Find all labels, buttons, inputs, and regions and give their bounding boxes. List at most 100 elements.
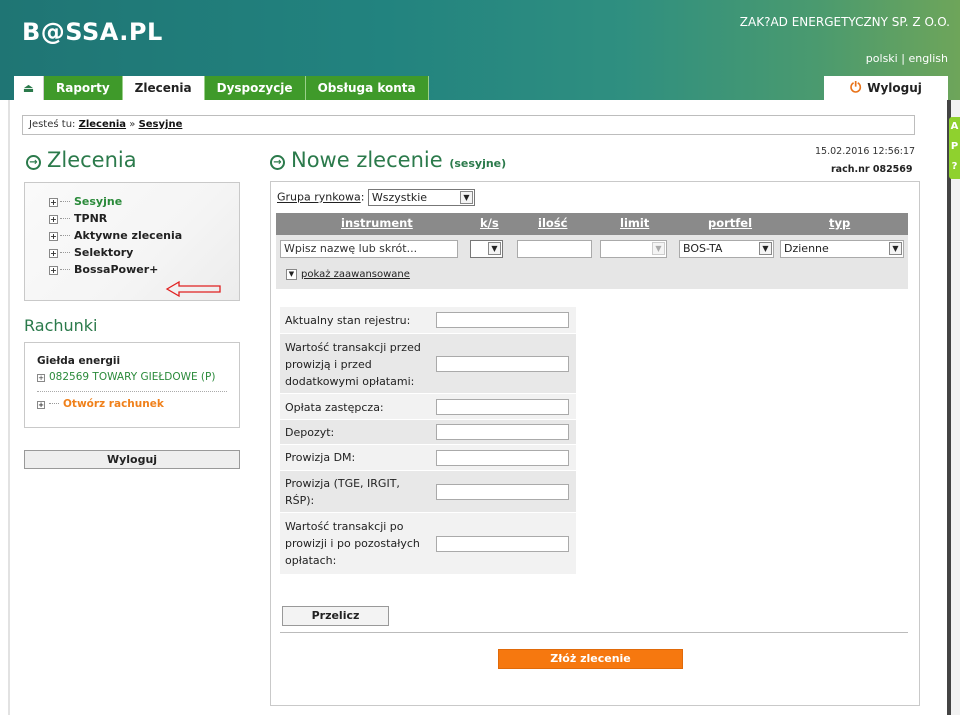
current-datetime: 15.02.2016 12:56:17 <box>815 146 916 157</box>
col-portfel[interactable]: portfel <box>708 216 752 230</box>
calc-row-prowizja-tge: Prowizja (TGE, IRGIT, RŚP): <box>280 470 576 512</box>
calc-field[interactable] <box>436 356 569 372</box>
accounts-title: Rachunki <box>24 316 98 335</box>
language-switcher: polski | english <box>866 52 948 65</box>
home-tab[interactable]: ⏏ <box>14 76 44 100</box>
circle-arrow-icon: → <box>26 155 41 170</box>
calc-row-depozyt: Depozyt: <box>280 419 576 444</box>
tab-dyspozycje[interactable]: Dyspozycje <box>204 76 306 100</box>
breadcrumb-sesyjne[interactable]: Sesyjne <box>139 119 183 130</box>
page-subtitle: (sesyjne) <box>449 157 507 170</box>
side-badges: A P ? <box>949 117 960 179</box>
menu-item-label: Aktywne zlecenia <box>74 229 183 242</box>
main-nav: ⏏ Raporty Zlecenia Dyspozycje Obsługa ko… <box>14 76 429 100</box>
calc-field[interactable] <box>436 424 569 440</box>
calc-row-oplata-zastepcza: Opłata zastępcza: <box>280 393 576 419</box>
accounts-group-label: Giełda energii <box>37 355 121 367</box>
side-badge-p[interactable]: P <box>949 137 960 157</box>
calc-field[interactable] <box>436 399 569 415</box>
calc-label: Opłata zastępcza: <box>285 401 384 414</box>
quantity-input[interactable] <box>517 240 592 258</box>
breadcrumb-zlecenia[interactable]: Zlecenia <box>79 119 126 130</box>
menu-item-label: BossaPower+ <box>74 263 159 276</box>
lang-polski-link[interactable]: polski <box>866 52 898 65</box>
logout-tab[interactable]: ⏻ Wyloguj <box>824 76 948 100</box>
lang-english-link[interactable]: english <box>908 52 948 65</box>
tab-raporty[interactable]: Raporty <box>44 76 123 100</box>
calc-label: Wartość transakcji przed prowizją i prze… <box>285 341 421 388</box>
tree-line <box>60 235 70 236</box>
tab-zlecenia[interactable]: Zlecenia <box>122 76 205 100</box>
col-kupno-sprzedaz[interactable]: k/s <box>480 216 499 230</box>
col-instrument[interactable]: instrument <box>341 216 413 230</box>
order-table-header: instrument k/s ilość limit portfel typ <box>276 213 908 235</box>
show-advanced-toggle[interactable]: ▼ pokaż zaawansowane <box>286 269 410 280</box>
menu-item-aktywne-zlecenia[interactable]: + Aktywne zlecenia <box>25 227 239 244</box>
menu-item-bossapower[interactable]: + BossaPower+ <box>25 261 239 278</box>
page-title-text: Nowe zlecenie <box>291 148 443 172</box>
circle-arrow-icon: → <box>270 155 285 170</box>
order-type-value: Dzienne <box>784 242 829 255</box>
calc-field[interactable] <box>436 312 569 328</box>
form-divider <box>280 632 908 633</box>
open-account-link[interactable]: + Otwórz rachunek <box>37 398 239 410</box>
instrument-input[interactable]: Wpisz nazwę lub skrót... <box>280 240 458 258</box>
chevron-down-icon: ▼ <box>889 242 902 255</box>
lang-separator: | <box>901 52 905 65</box>
side-badge-help[interactable]: ? <box>949 157 960 177</box>
col-typ[interactable]: typ <box>829 216 850 230</box>
page-title: → Nowe zlecenie (sesyjne) <box>270 148 506 172</box>
recalculate-button[interactable]: Przelicz <box>282 606 389 626</box>
breadcrumb-prefix: Jesteś tu: <box>29 119 76 130</box>
left-logout-button[interactable]: Wyloguj <box>24 450 240 469</box>
expand-icon: + <box>49 198 58 207</box>
market-group-row: Grupa rynkowa: Wszystkie ▼ <box>277 189 475 206</box>
menu-item-sesyjne[interactable]: + Sesyjne <box>25 193 239 210</box>
market-group-colon: : <box>360 190 365 204</box>
col-ilosc[interactable]: ilość <box>538 216 567 230</box>
calc-label: Prowizja (TGE, IRGIT, RŚP): <box>285 477 400 507</box>
menu-item-label: Selektory <box>74 246 134 259</box>
expand-icon: + <box>37 374 45 382</box>
chevron-down-icon: ▼ <box>488 242 501 255</box>
chevron-down-icon: ▼ <box>759 242 772 255</box>
left-section-title-text: Zlecenia <box>47 148 137 172</box>
calc-field[interactable] <box>436 450 569 466</box>
eject-icon: ⏏ <box>22 81 35 95</box>
menu-item-tpnr[interactable]: + TPNR <box>25 210 239 227</box>
calc-row-wartosc-po: Wartość transakcji po prowizji i po pozo… <box>280 512 576 574</box>
side-badge-a[interactable]: A <box>949 117 960 137</box>
logout-tab-label: Wyloguj <box>867 81 922 95</box>
tree-line <box>60 252 70 253</box>
power-icon: ⏻ <box>850 80 862 96</box>
calc-label: Aktualny stan rejestru: <box>285 314 411 327</box>
tab-obsluga-konta[interactable]: Obsługa konta <box>305 76 429 100</box>
triangle-down-icon: ▼ <box>286 269 297 280</box>
limit-select[interactable]: ▼ <box>600 240 667 258</box>
col-limit[interactable]: limit <box>620 216 649 230</box>
account-link[interactable]: +082569 TOWARY GIEŁDOWE (P) <box>37 371 239 383</box>
calc-label: Wartość transakcji po prowizji i po pozo… <box>285 520 420 567</box>
calc-field[interactable] <box>436 484 569 500</box>
expand-icon: + <box>49 232 58 241</box>
calc-row-prowizja-dm: Prowizja DM: <box>280 444 576 470</box>
calc-field[interactable] <box>436 536 569 552</box>
menu-item-label: TPNR <box>74 212 108 225</box>
chevron-down-icon: ▼ <box>459 191 473 204</box>
market-group-select[interactable]: Wszystkie ▼ <box>367 189 475 206</box>
buy-sell-select[interactable]: ▼ <box>470 240 503 258</box>
submit-order-button[interactable]: Złóż zlecenie <box>498 649 683 669</box>
account-number: rach.nr 082569 <box>831 164 913 175</box>
menu-item-selektory[interactable]: + Selektory <box>25 244 239 261</box>
expand-icon: + <box>49 249 58 258</box>
portfolio-select[interactable]: BOS-TA ▼ <box>679 240 774 258</box>
order-type-select[interactable]: Dzienne ▼ <box>780 240 904 258</box>
open-account-label: Otwórz rachunek <box>63 398 164 410</box>
tree-line <box>60 269 70 270</box>
red-arrow-annotation-icon <box>165 280 221 298</box>
bossa-logo[interactable]: B@SSA.PL <box>22 18 163 46</box>
show-advanced-label: pokaż zaawansowane <box>301 269 410 280</box>
market-group-value: Wszystkie <box>371 191 428 204</box>
accounts-box: Giełda energii +082569 TOWARY GIEŁDOWE (… <box>24 342 240 428</box>
calc-row-wartosc-przed: Wartość transakcji przed prowizją i prze… <box>280 333 576 393</box>
